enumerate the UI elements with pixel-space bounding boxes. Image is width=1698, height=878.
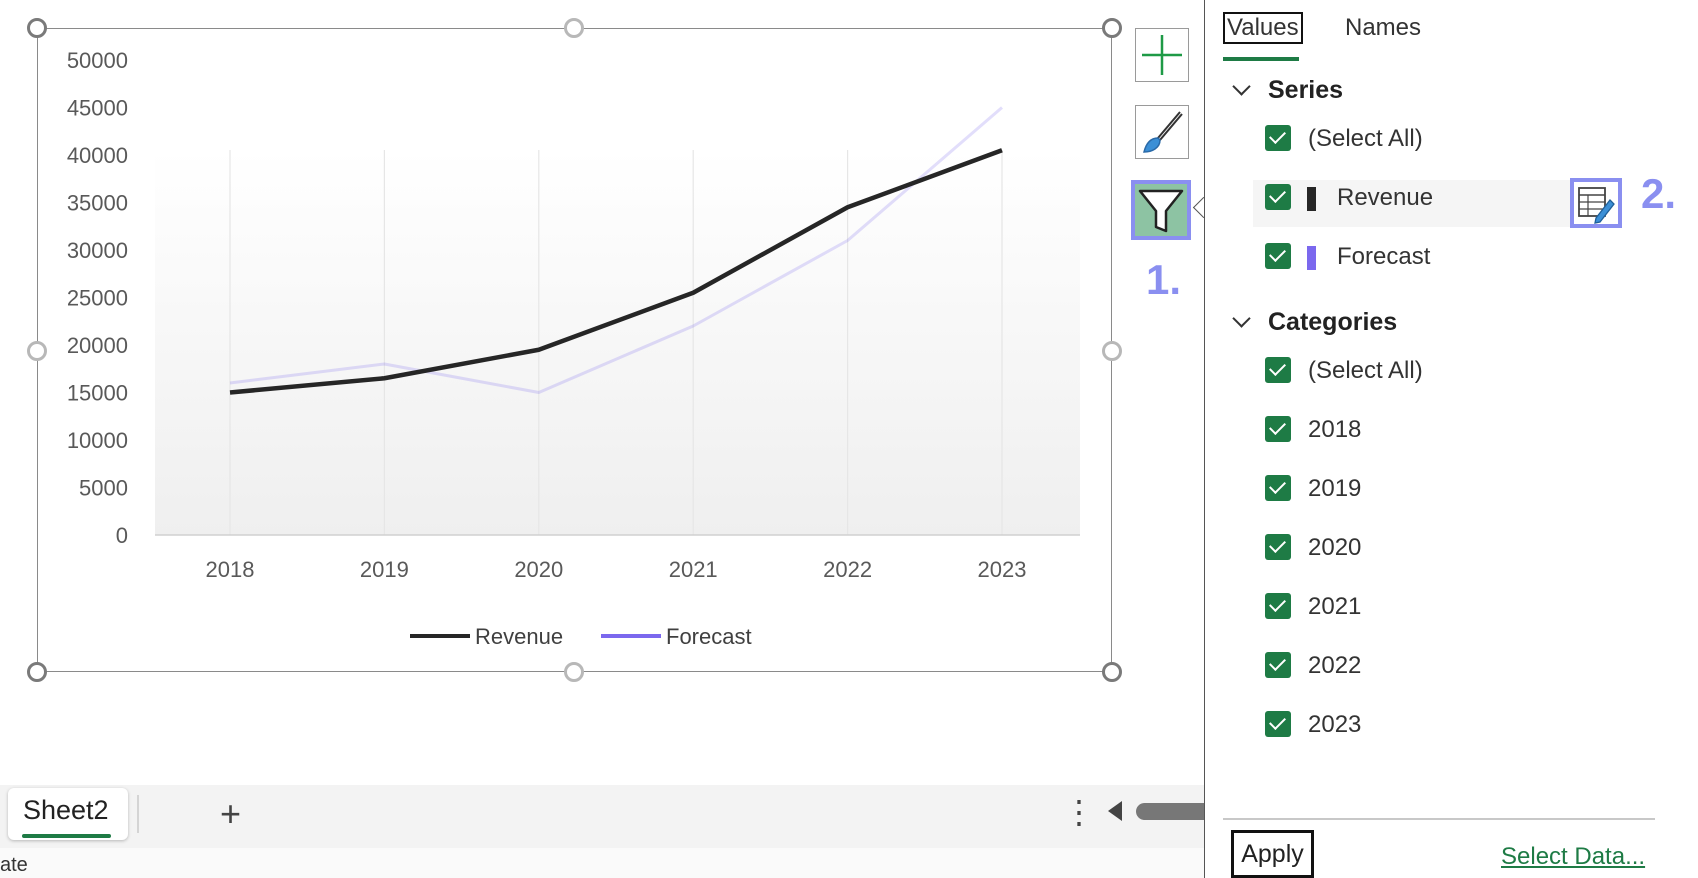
y-tick-label: 40000 bbox=[67, 143, 128, 168]
chart-elements-button[interactable] bbox=[1135, 28, 1189, 82]
checkbox[interactable] bbox=[1265, 357, 1291, 383]
resize-handle-bottom-right[interactable] bbox=[1102, 662, 1122, 682]
series-section-header[interactable]: Series bbox=[1232, 76, 1344, 105]
series-heading: Series bbox=[1268, 76, 1344, 104]
tab-values[interactable]: Values bbox=[1223, 12, 1303, 44]
resize-handle-bottom-left[interactable] bbox=[27, 662, 47, 682]
plus-icon bbox=[1142, 35, 1182, 75]
tab-names[interactable]: Names bbox=[1345, 12, 1421, 44]
checkbox-label: 2022 bbox=[1308, 652, 1362, 679]
y-tick-label: 5000 bbox=[79, 476, 128, 501]
checkbox-label: 2023 bbox=[1308, 711, 1362, 738]
status-bar: ate bbox=[0, 848, 1204, 878]
categories-heading: Categories bbox=[1268, 308, 1398, 336]
categories-section-header[interactable]: Categories bbox=[1232, 308, 1398, 337]
pane-divider bbox=[1223, 818, 1655, 820]
series-color-swatch bbox=[1307, 187, 1316, 211]
chart-filter-pane: Values Names Series (Select All) Revenue… bbox=[1204, 0, 1698, 878]
resize-handle-bottom[interactable] bbox=[564, 662, 584, 682]
y-tick-label: 25000 bbox=[67, 286, 128, 311]
table-edit-icon bbox=[1578, 187, 1615, 224]
chevron-down-icon bbox=[1232, 77, 1251, 96]
more-options-icon[interactable]: ⋮ bbox=[1063, 793, 1095, 831]
x-tick-label: 2018 bbox=[206, 557, 255, 582]
y-tick-label: 20000 bbox=[67, 333, 128, 358]
legend-label-revenue: Revenue bbox=[475, 624, 563, 649]
x-tick-label: 2021 bbox=[669, 557, 718, 582]
checkbox-label: (Select All) bbox=[1308, 125, 1423, 152]
select-data-link[interactable]: Select Data... bbox=[1501, 843, 1645, 871]
funnel-icon bbox=[1138, 189, 1184, 233]
chart-styles-button[interactable] bbox=[1135, 105, 1189, 159]
x-tick-label: 2020 bbox=[514, 557, 563, 582]
line-chart[interactable]: 5000045000400003500030000250002000015000… bbox=[0, 0, 1204, 700]
sheet-tab-active[interactable]: Sheet2 bbox=[8, 788, 128, 840]
resize-handle-right[interactable] bbox=[1102, 341, 1122, 361]
series-color-swatch bbox=[1307, 246, 1316, 270]
checkbox[interactable] bbox=[1265, 243, 1291, 269]
y-tick-label: 35000 bbox=[67, 191, 128, 216]
apply-button[interactable]: Apply bbox=[1231, 830, 1314, 878]
checkbox-label: (Select All) bbox=[1308, 357, 1423, 384]
tab-separator bbox=[137, 795, 139, 833]
paintbrush-icon bbox=[1143, 111, 1183, 153]
checkbox[interactable] bbox=[1265, 534, 1291, 560]
active-tab-underline bbox=[1223, 57, 1299, 61]
checkbox-label: 2020 bbox=[1308, 534, 1362, 561]
checkbox[interactable] bbox=[1265, 184, 1291, 210]
y-tick-label: 30000 bbox=[67, 238, 128, 263]
checkbox-label: Revenue bbox=[1337, 184, 1434, 211]
checkbox[interactable] bbox=[1265, 711, 1291, 737]
sheet-tab-label: Sheet2 bbox=[23, 795, 109, 825]
checkbox[interactable] bbox=[1265, 416, 1291, 442]
checkbox[interactable] bbox=[1265, 652, 1291, 678]
resize-handle-top-right[interactable] bbox=[1102, 18, 1122, 38]
x-tick-label: 2022 bbox=[823, 557, 872, 582]
resize-handle-left[interactable] bbox=[27, 341, 47, 361]
checkbox[interactable] bbox=[1265, 475, 1291, 501]
sheet-tabs-bar: Sheet2 + ⋮ bbox=[0, 785, 1216, 848]
chart-filters-button[interactable] bbox=[1131, 180, 1191, 240]
add-sheet-button[interactable]: + bbox=[220, 793, 241, 835]
checkbox[interactable] bbox=[1265, 125, 1291, 151]
y-tick-label: 10000 bbox=[67, 428, 128, 453]
y-tick-label: 15000 bbox=[67, 381, 128, 406]
status-text: ate bbox=[0, 854, 28, 876]
resize-handle-top[interactable] bbox=[564, 18, 584, 38]
checkbox-label: 2021 bbox=[1308, 593, 1362, 620]
checkbox-label: 2019 bbox=[1308, 475, 1362, 502]
active-tab-underline bbox=[22, 834, 111, 838]
scroll-left-icon[interactable] bbox=[1108, 801, 1122, 821]
plot-area-background bbox=[155, 150, 1080, 535]
step-marker-1: 1. bbox=[1146, 256, 1182, 303]
checkbox-label: 2018 bbox=[1308, 416, 1362, 443]
resize-handle-top-left[interactable] bbox=[27, 18, 47, 38]
step-marker-2: 2. bbox=[1641, 170, 1677, 217]
y-tick-label: 50000 bbox=[67, 48, 128, 73]
edit-series-button[interactable] bbox=[1570, 178, 1622, 228]
checkbox-label: Forecast bbox=[1337, 243, 1431, 270]
x-tick-label: 2023 bbox=[978, 557, 1027, 582]
x-tick-label: 2019 bbox=[360, 557, 409, 582]
legend-label-forecast: Forecast bbox=[666, 624, 752, 649]
checkbox[interactable] bbox=[1265, 593, 1291, 619]
y-tick-label: 45000 bbox=[67, 96, 128, 121]
y-tick-label: 0 bbox=[116, 523, 128, 548]
chevron-down-icon bbox=[1232, 309, 1251, 328]
